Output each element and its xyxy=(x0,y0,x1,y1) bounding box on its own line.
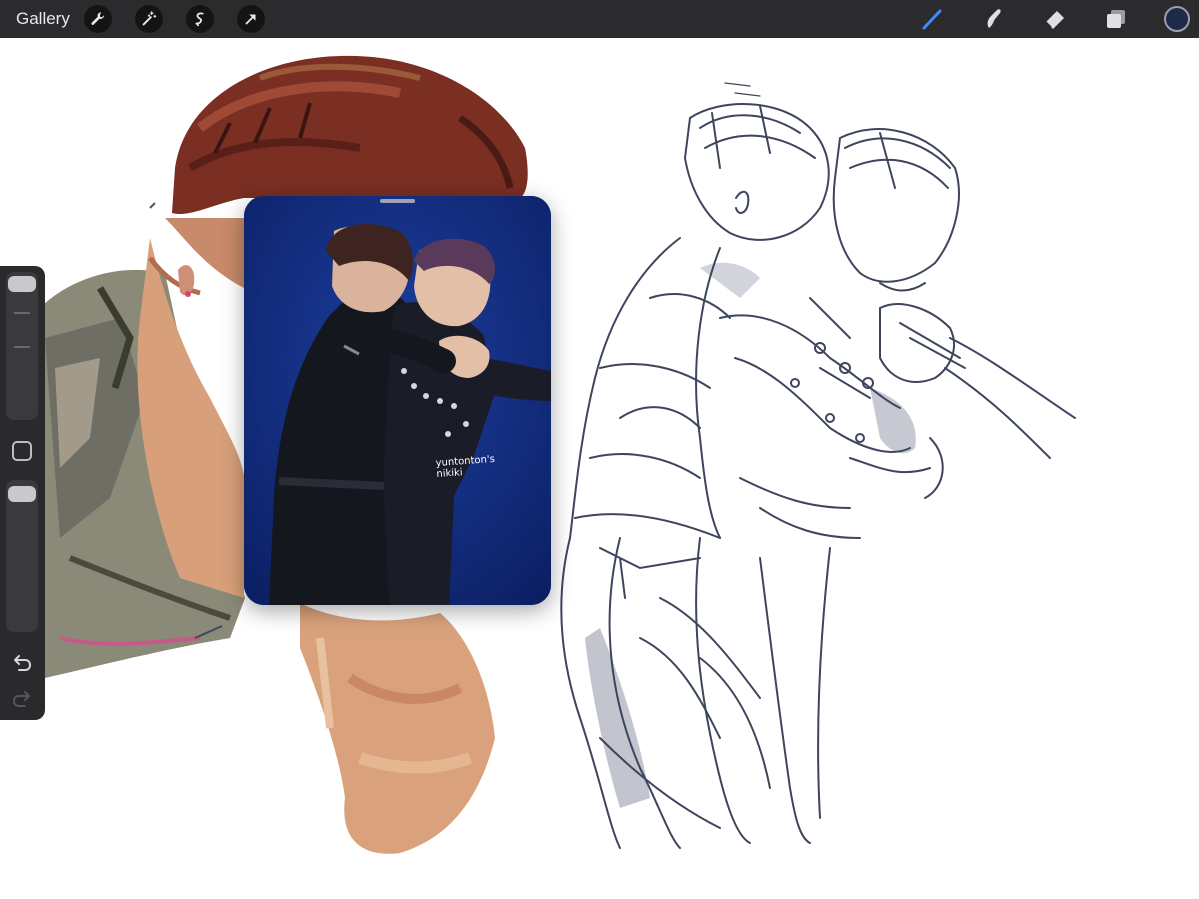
eraser-icon[interactable] xyxy=(1040,4,1070,34)
brush-size-slider[interactable] xyxy=(6,272,38,420)
reference-grabber[interactable] xyxy=(380,199,415,203)
adjustments-wand-icon[interactable] xyxy=(135,5,163,33)
layers-icon[interactable] xyxy=(1101,4,1131,34)
smudge-icon[interactable] xyxy=(979,4,1009,34)
selection-icon[interactable] xyxy=(186,5,214,33)
drawing-canvas[interactable] xyxy=(0,38,1199,899)
opacity-slider[interactable] xyxy=(6,480,38,632)
actions-wrench-icon[interactable] xyxy=(84,5,112,33)
pencil-sketch xyxy=(560,82,1076,849)
reference-photo xyxy=(244,196,551,605)
brush-icon[interactable] xyxy=(918,4,948,34)
slider-tick xyxy=(14,346,30,348)
modify-button[interactable] xyxy=(12,441,32,461)
brush-size-thumb[interactable] xyxy=(8,276,36,292)
color-picker-button[interactable] xyxy=(1164,6,1190,32)
redo-icon[interactable] xyxy=(10,686,34,710)
procreate-app: Gallery yuntonton's nikiki xyxy=(0,0,1199,899)
reference-window[interactable]: yuntonton's nikiki xyxy=(244,196,551,605)
slider-tick xyxy=(14,312,30,314)
transform-arrow-icon[interactable] xyxy=(237,5,265,33)
left-sidebar xyxy=(0,266,45,720)
opacity-thumb[interactable] xyxy=(8,486,36,502)
undo-icon[interactable] xyxy=(10,650,34,674)
gallery-button[interactable]: Gallery xyxy=(16,9,70,29)
top-toolbar: Gallery xyxy=(0,0,1199,38)
reference-watermark: yuntonton's nikiki xyxy=(435,453,496,481)
